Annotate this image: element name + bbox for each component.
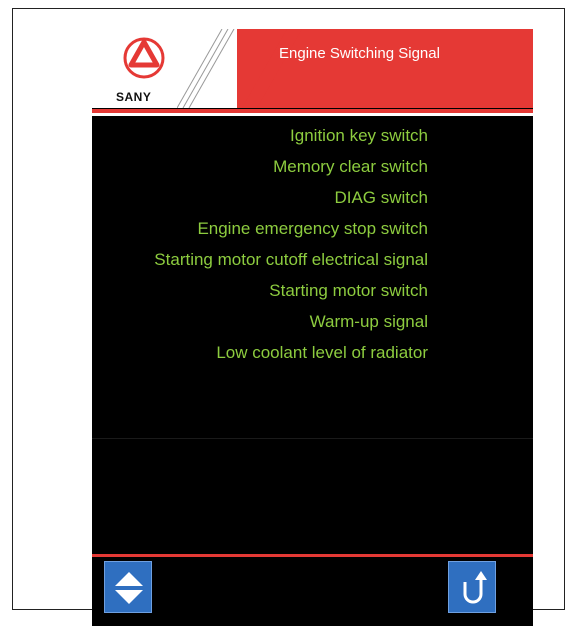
signal-item: Starting motor switch (269, 281, 428, 300)
scroll-button[interactable] (104, 561, 152, 613)
signal-item: Memory clear switch (273, 157, 428, 176)
signal-item: Warm-up signal (309, 312, 428, 331)
screen-header: SANY Engine Switching Signal (92, 29, 533, 108)
signal-list: Ignition key switch Memory clear switch … (92, 125, 428, 373)
footer-red-rule (92, 554, 533, 557)
display-frame: SANY Engine Switching Signal Ignition ke… (12, 8, 565, 626)
monitor-screen: SANY Engine Switching Signal Ignition ke… (92, 29, 533, 626)
sany-logo: SANY (92, 29, 210, 108)
signal-item: Low coolant level of radiator (216, 343, 428, 362)
signal-item: Ignition key switch (290, 126, 428, 145)
sany-emblem-icon (123, 37, 165, 79)
signal-item: Engine emergency stop switch (197, 219, 428, 238)
signal-item: DIAG switch (334, 188, 428, 207)
signal-item: Starting motor cutoff electrical signal (154, 250, 428, 269)
header-white-rule (92, 113, 533, 116)
brand-name: SANY (116, 90, 152, 104)
list-divider (92, 438, 533, 439)
page-title: Engine Switching Signal (279, 45, 440, 62)
up-down-arrows-icon (115, 572, 143, 604)
back-button[interactable] (448, 561, 496, 613)
return-arrow-icon (463, 571, 487, 604)
